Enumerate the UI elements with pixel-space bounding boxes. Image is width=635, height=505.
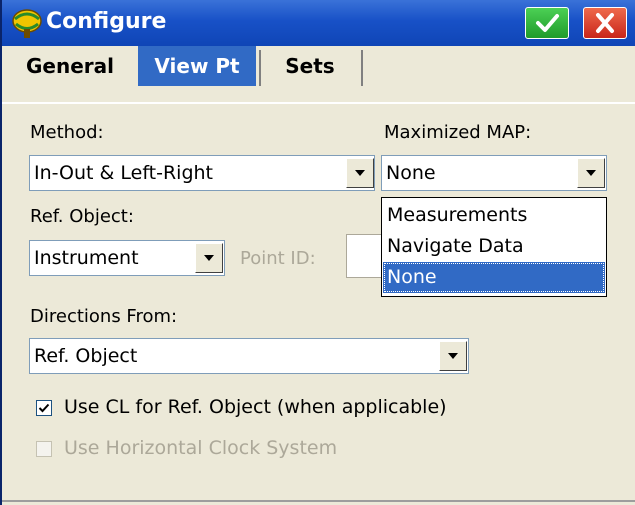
use-clock-label: Use Horizontal Clock System (64, 437, 338, 459)
tab-strip: General View Pt Sets (2, 46, 635, 102)
method-dropdown-button[interactable] (346, 158, 374, 188)
point-id-label: Point ID: (240, 248, 316, 269)
chevron-down-icon (586, 170, 596, 176)
use-cl-checkbox[interactable] (36, 400, 52, 416)
checkmark-icon (536, 14, 559, 32)
option-none[interactable]: None (383, 262, 605, 293)
tab-general[interactable]: General (6, 46, 134, 86)
method-value: In-Out & Left-Right (34, 162, 214, 184)
checkmark-icon (38, 403, 50, 413)
ok-button[interactable] (525, 7, 569, 39)
chevron-down-icon (448, 353, 458, 359)
ref-object-dropdown-button[interactable] (195, 243, 223, 273)
directions-from-label: Directions From: (30, 306, 178, 327)
tab-underline (2, 102, 635, 104)
survey-app-icon (10, 7, 44, 39)
ref-object-label: Ref. Object: (30, 206, 134, 227)
close-icon (596, 13, 614, 33)
method-select[interactable]: In-Out & Left-Right (29, 155, 375, 191)
option-measurements[interactable]: Measurements (383, 200, 605, 231)
tab-divider (361, 50, 363, 86)
maximized-map-dropdown-button[interactable] (577, 158, 605, 188)
close-button[interactable] (583, 7, 627, 39)
maximized-map-value: None (386, 162, 436, 184)
option-navigate-data[interactable]: Navigate Data (383, 231, 605, 262)
chevron-down-icon (204, 255, 214, 261)
use-clock-checkbox (36, 441, 52, 457)
tab-view-pt[interactable]: View Pt (138, 46, 256, 86)
tab-divider (259, 50, 261, 86)
maximized-map-select[interactable]: None (381, 155, 607, 191)
bottom-border (2, 500, 635, 502)
window-title: Configure (46, 9, 167, 34)
configure-dialog: Configure General View Pt Sets Method: I… (0, 0, 635, 505)
chevron-down-icon (355, 170, 365, 176)
tab-sets[interactable]: Sets (262, 46, 358, 86)
method-label: Method: (30, 122, 104, 143)
ref-object-value: Instrument (34, 247, 139, 269)
directions-from-dropdown-button[interactable] (439, 341, 467, 371)
maximized-map-dropdown-list: Measurements Navigate Data None (381, 197, 607, 297)
directions-from-value: Ref. Object (34, 345, 138, 367)
point-id-field (346, 234, 386, 278)
directions-from-select[interactable]: Ref. Object (29, 338, 469, 374)
title-bar: Configure (2, 0, 635, 46)
use-cl-label: Use CL for Ref. Object (when applicable) (64, 396, 447, 418)
maximized-map-label: Maximized MAP: (384, 122, 532, 143)
ref-object-select[interactable]: Instrument (29, 240, 225, 276)
